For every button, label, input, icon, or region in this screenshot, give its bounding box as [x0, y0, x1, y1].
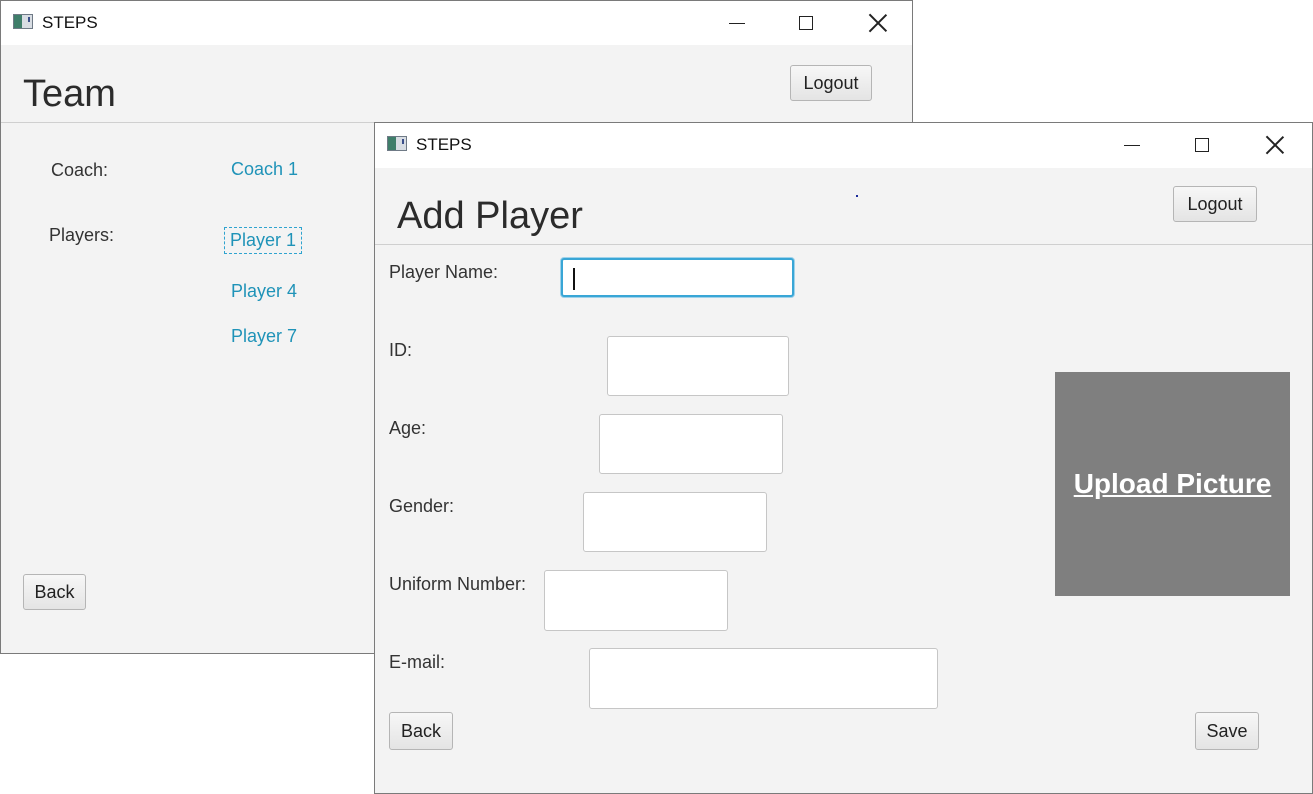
maximize-icon	[1195, 138, 1209, 152]
minimize-icon	[729, 22, 745, 24]
upload-picture-link[interactable]: Upload Picture	[1074, 468, 1272, 500]
age-label: Age:	[389, 418, 427, 438]
text-caret	[573, 268, 575, 290]
uniform-number-input[interactable]	[544, 570, 728, 631]
logout-button[interactable]: Logout	[790, 65, 872, 101]
player-name-input[interactable]	[561, 258, 794, 297]
back-button[interactable]: Back	[389, 712, 453, 750]
minimize-icon	[1124, 144, 1140, 146]
email-label: E-mail:	[389, 652, 446, 672]
stray-dot	[856, 195, 858, 197]
close-icon	[869, 14, 887, 32]
player-link[interactable]: Player 1	[224, 227, 303, 254]
gender-input[interactable]	[583, 492, 767, 552]
email-input[interactable]	[589, 648, 938, 709]
coach-link[interactable]: Coach 1	[231, 159, 298, 180]
app-icon	[13, 14, 33, 29]
minimize-button[interactable]	[1102, 123, 1162, 167]
page-title: Add Player	[397, 195, 583, 237]
upload-picture-box[interactable]: Upload Picture	[1055, 372, 1290, 596]
save-button[interactable]: Save	[1195, 712, 1259, 750]
header-divider	[375, 244, 1312, 245]
logout-button[interactable]: Logout	[1173, 186, 1257, 222]
id-label: ID:	[389, 340, 413, 360]
window-title: STEPS	[42, 13, 98, 32]
uniform-number-label: Uniform Number:	[389, 574, 527, 594]
close-icon	[1266, 136, 1284, 154]
team-window-titlebar[interactable]: STEPS	[1, 1, 912, 45]
coach-label: Coach:	[51, 160, 109, 180]
close-button[interactable]	[848, 1, 908, 45]
gender-label: Gender:	[389, 496, 455, 516]
page-title: Team	[23, 73, 116, 115]
maximize-button[interactable]	[776, 1, 836, 45]
add-player-window-titlebar[interactable]: STEPS	[375, 123, 1312, 168]
app-icon	[387, 136, 407, 151]
id-input[interactable]	[607, 336, 789, 396]
add-player-window: STEPS Add Player Logout Player Name: ID:…	[374, 122, 1313, 794]
age-input[interactable]	[599, 414, 783, 474]
minimize-button[interactable]	[707, 1, 767, 45]
window-title: STEPS	[416, 135, 472, 154]
maximize-button[interactable]	[1172, 123, 1232, 167]
close-button[interactable]	[1245, 123, 1305, 167]
back-button[interactable]: Back	[23, 574, 86, 610]
maximize-icon	[799, 16, 813, 30]
player-link[interactable]: Player 7	[231, 326, 297, 347]
player-link[interactable]: Player 4	[231, 281, 297, 302]
players-label: Players:	[49, 225, 115, 245]
player-name-label: Player Name:	[389, 262, 499, 282]
